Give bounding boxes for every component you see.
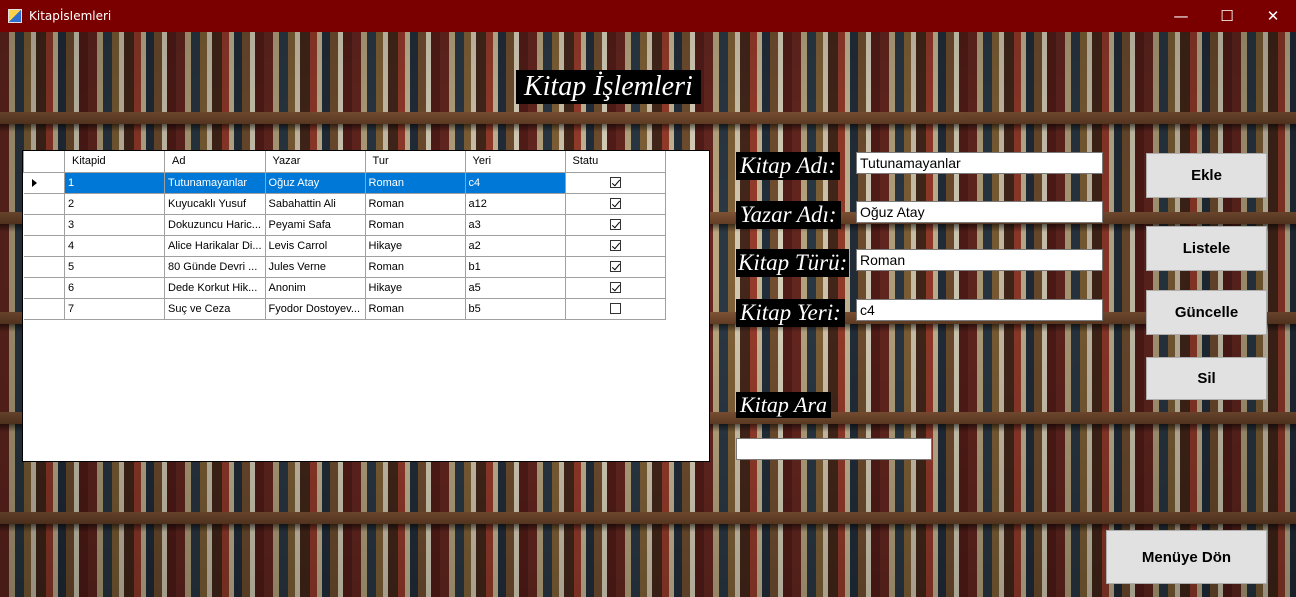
statu-checkbox[interactable] bbox=[609, 177, 621, 189]
cell-tur[interactable]: Roman bbox=[364, 213, 466, 236]
cell-ad[interactable]: 80 Günde Devri ... bbox=[164, 255, 266, 278]
statu-checkbox[interactable] bbox=[609, 219, 621, 231]
kitap-turu-label: Kitap Türü: bbox=[736, 249, 850, 277]
cell-ad[interactable]: Tutunamayanlar bbox=[164, 171, 266, 194]
cell-tur[interactable]: Roman bbox=[364, 192, 466, 215]
kitap-ara-label: Kitap Ara bbox=[736, 392, 832, 419]
column-header-kitapid[interactable]: Kitapid bbox=[64, 151, 165, 173]
yazar-adi-label: Yazar Adı: bbox=[736, 201, 841, 229]
cell-yazar[interactable]: Jules Verne bbox=[264, 255, 366, 278]
window-titlebar[interactable]: KitapİsIemleri — ☐ ✕ bbox=[0, 0, 1296, 32]
statu-checkbox[interactable] bbox=[609, 240, 621, 252]
table-row[interactable]: 3 Dokuzuncu Haric... Peyami Safa Roman a3 bbox=[23, 213, 666, 236]
row-header[interactable] bbox=[23, 297, 65, 320]
column-header-ad[interactable]: Ad bbox=[164, 151, 266, 173]
kitap-yeri-label: Kitap Yeri: bbox=[736, 299, 845, 327]
cell-statu[interactable] bbox=[564, 192, 666, 215]
books-data-grid[interactable]: Kitapid Ad Yazar Tur Yeri Statu 1 Tutunam… bbox=[22, 150, 710, 462]
cell-ad[interactable]: Dede Korkut Hik... bbox=[164, 276, 266, 299]
minimize-icon[interactable]: — bbox=[1158, 0, 1204, 32]
cell-kitapid[interactable]: 6 bbox=[64, 276, 165, 299]
cell-yazar[interactable]: Peyami Safa bbox=[264, 213, 366, 236]
table-row[interactable]: 6 Dede Korkut Hik... Anonim Hikaye a5 bbox=[23, 276, 666, 299]
kitap-turu-input[interactable] bbox=[856, 249, 1103, 271]
column-header-yazar[interactable]: Yazar bbox=[264, 151, 366, 173]
cell-tur[interactable]: Roman bbox=[364, 255, 466, 278]
cell-kitapid[interactable]: 2 bbox=[64, 192, 165, 215]
cell-ad[interactable]: Kuyucaklı Yusuf bbox=[164, 192, 266, 215]
row-header[interactable] bbox=[23, 234, 65, 257]
cell-kitapid[interactable]: 3 bbox=[64, 213, 165, 236]
cell-kitapid[interactable]: 5 bbox=[64, 255, 165, 278]
sil-button[interactable]: Sil bbox=[1146, 357, 1267, 400]
cell-statu[interactable] bbox=[564, 276, 666, 299]
table-row[interactable]: 1 Tutunamayanlar Oğuz Atay Roman c4 bbox=[23, 171, 666, 194]
cell-kitapid[interactable]: 7 bbox=[64, 297, 165, 320]
kitap-yeri-input[interactable] bbox=[856, 299, 1103, 321]
cell-yeri[interactable]: a2 bbox=[464, 234, 566, 257]
maximize-icon[interactable]: ☐ bbox=[1204, 0, 1250, 32]
row-header[interactable] bbox=[23, 213, 65, 236]
cell-yazar[interactable]: Fyodor Dostoyev... bbox=[264, 297, 366, 320]
cell-statu[interactable] bbox=[564, 255, 666, 278]
cell-kitapid[interactable]: 4 bbox=[64, 234, 165, 257]
ekle-button[interactable]: Ekle bbox=[1146, 153, 1267, 198]
statu-checkbox[interactable] bbox=[609, 303, 621, 315]
kitap-adi-label: Kitap Adı: bbox=[736, 152, 841, 180]
table-row[interactable]: 5 80 Günde Devri ... Jules Verne Roman b1 bbox=[23, 255, 666, 278]
cell-yeri[interactable]: b5 bbox=[464, 297, 566, 320]
yazar-adi-input[interactable] bbox=[856, 201, 1103, 223]
cell-tur[interactable]: Roman bbox=[364, 171, 466, 194]
close-icon[interactable]: ✕ bbox=[1250, 0, 1296, 32]
column-header-yeri[interactable]: Yeri bbox=[464, 151, 566, 173]
listele-button[interactable]: Listele bbox=[1146, 226, 1267, 271]
page-title: Kitap İşlemleri bbox=[516, 70, 701, 104]
cell-statu[interactable] bbox=[564, 213, 666, 236]
row-header[interactable] bbox=[23, 192, 65, 215]
grid-header-row: Kitapid Ad Yazar Tur Yeri Statu bbox=[23, 151, 666, 173]
statu-checkbox[interactable] bbox=[609, 282, 621, 294]
cell-statu[interactable] bbox=[564, 297, 666, 320]
kitap-adi-input[interactable] bbox=[856, 152, 1103, 174]
cell-yazar[interactable]: Oğuz Atay bbox=[264, 171, 366, 194]
column-header-statu[interactable]: Statu bbox=[564, 151, 666, 173]
cell-yeri[interactable]: b1 bbox=[464, 255, 566, 278]
statu-checkbox[interactable] bbox=[609, 261, 621, 273]
cell-yazar[interactable]: Levis Carrol bbox=[264, 234, 366, 257]
cell-yazar[interactable]: Sabahattin Ali bbox=[264, 192, 366, 215]
cell-yeri[interactable]: a12 bbox=[464, 192, 566, 215]
cell-yazar[interactable]: Anonim bbox=[264, 276, 366, 299]
row-header-corner bbox=[23, 151, 65, 173]
guncelle-button[interactable]: Güncelle bbox=[1146, 290, 1267, 335]
row-header[interactable] bbox=[23, 276, 65, 299]
row-header[interactable] bbox=[23, 171, 65, 194]
cell-statu[interactable] bbox=[564, 171, 666, 194]
cell-tur[interactable]: Roman bbox=[364, 297, 466, 320]
table-row[interactable]: 4 Alice Harikalar Di... Levis Carrol Hikaye… bbox=[23, 234, 666, 257]
cell-ad[interactable]: Alice Harikalar Di... bbox=[164, 234, 266, 257]
cell-kitapid[interactable]: 1 bbox=[64, 171, 165, 194]
table-row[interactable]: 2 Kuyucaklı Yusuf Sabahattin Ali Roman a12 bbox=[23, 192, 666, 215]
cell-ad[interactable]: Dokuzuncu Haric... bbox=[164, 213, 266, 236]
table-row[interactable]: 7 Suç ve Ceza Fyodor Dostoyev... Roman b5 bbox=[23, 297, 666, 320]
statu-checkbox[interactable] bbox=[609, 198, 621, 210]
cell-ad[interactable]: Suç ve Ceza bbox=[164, 297, 266, 320]
row-header[interactable] bbox=[23, 255, 65, 278]
column-header-tur[interactable]: Tur bbox=[364, 151, 466, 173]
cell-yeri[interactable]: a5 bbox=[464, 276, 566, 299]
app-icon bbox=[8, 9, 22, 23]
cell-statu[interactable] bbox=[564, 234, 666, 257]
window-title: KitapİsIemleri bbox=[29, 9, 112, 23]
cell-yeri[interactable]: c4 bbox=[464, 171, 566, 194]
window-controls: — ☐ ✕ bbox=[1158, 0, 1296, 32]
menuye-don-button[interactable]: Menüye Dön bbox=[1106, 530, 1267, 584]
kitap-ara-input[interactable] bbox=[736, 438, 932, 460]
cell-tur[interactable]: Hikaye bbox=[364, 276, 466, 299]
cell-tur[interactable]: Hikaye bbox=[364, 234, 466, 257]
current-row-arrow-icon bbox=[31, 178, 37, 187]
cell-yeri[interactable]: a3 bbox=[464, 213, 566, 236]
